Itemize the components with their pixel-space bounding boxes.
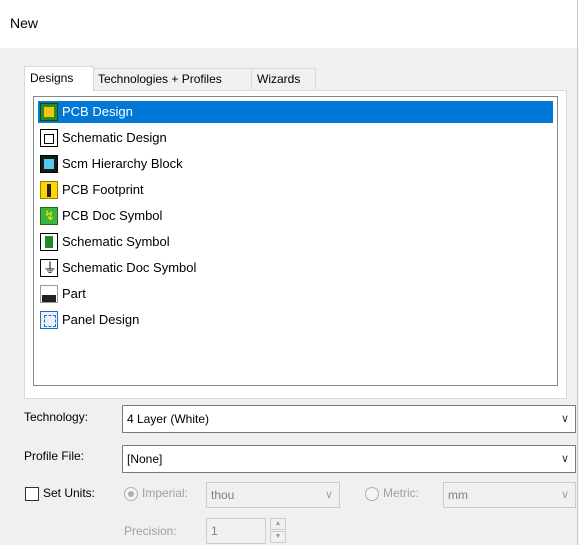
list-item-label: Schematic Design [62,130,167,145]
precision-label: Precision: [124,524,177,538]
list-item-schematic-symbol[interactable]: Schematic Symbol [38,231,170,253]
list-item-label: Part [62,286,86,301]
pcb-doc-symbol-icon [40,205,58,227]
tab-wizards-label: Wizards [257,72,301,86]
list-item-schematic-doc-symbol[interactable]: Schematic Doc Symbol [38,257,196,279]
technology-value: 4 Layer (White) [127,412,210,426]
list-item-label: Schematic Symbol [62,234,170,249]
imperial-radio[interactable] [124,487,138,501]
metric-radio[interactable] [365,487,379,501]
chevron-down-icon: ∨ [560,413,569,425]
schematic-symbol-icon [40,233,58,251]
precision-down-button[interactable]: ▼ [270,531,286,543]
set-units-label: Set Units: [43,486,96,500]
imperial-units-value: thou [211,488,235,502]
list-item-label: PCB Footprint [62,182,144,197]
schematic-design-icon [40,129,58,147]
list-item-schematic-design[interactable]: Schematic Design [38,127,167,149]
list-item-pcb-doc-symbol[interactable]: PCB Doc Symbol [38,205,162,227]
list-item-label: PCB Doc Symbol [62,208,163,223]
list-item-label: Panel Design [62,312,140,327]
pcb-design-icon [40,103,58,121]
list-item-label: PCB Design [62,104,133,119]
list-item-part[interactable]: Part [38,283,86,305]
dialog-title: New [10,15,39,31]
design-type-list[interactable]: PCB Design Schematic Design Scm Hierarch… [33,96,558,386]
precision-input[interactable]: 1 [206,518,266,544]
tab-wizards[interactable]: Wizards [251,68,316,89]
list-item-panel-design[interactable]: Panel Design [38,309,139,331]
dialog-title-bar: New [0,0,579,48]
profile-file-select[interactable]: [None] ∨ [122,445,576,473]
profile-file-label: Profile File: [24,449,85,463]
panel-design-icon [40,311,58,329]
imperial-units-select[interactable]: thou ∨ [206,482,340,508]
set-units-checkbox[interactable] [25,487,39,501]
technology-select[interactable]: 4 Layer (White) ∨ [122,405,576,433]
list-item-pcb-design[interactable]: PCB Design [38,101,553,123]
hierarchy-block-icon [40,155,58,173]
metric-units-value: mm [448,488,468,502]
chevron-down-icon: ∨ [324,489,333,501]
tab-designs-label: Designs [30,71,74,85]
metric-label: Metric: [383,486,419,500]
tab-technologies-profiles[interactable]: Technologies + Profiles [92,68,252,89]
precision-value: 1 [211,524,218,538]
chevron-down-icon: ∨ [560,453,569,465]
tab-designs[interactable]: Designs [24,66,94,91]
imperial-label: Imperial: [142,486,189,500]
part-icon [40,285,58,303]
metric-units-select[interactable]: mm ∨ [443,482,576,508]
technology-label: Technology: [24,410,89,424]
schematic-doc-symbol-icon [40,257,58,279]
list-item-pcb-footprint[interactable]: PCB Footprint [38,179,144,201]
tab-technologies-label: Technologies + Profiles [98,72,222,86]
list-item-scm-hierarchy-block[interactable]: Scm Hierarchy Block [38,153,183,175]
pcb-footprint-icon [40,181,58,199]
chevron-down-icon: ∨ [560,489,569,501]
list-item-label: Schematic Doc Symbol [62,260,197,275]
precision-up-button[interactable]: ▲ [270,518,286,530]
profile-file-value: [None] [127,452,163,466]
list-item-label: Scm Hierarchy Block [62,156,183,171]
window-border [577,0,578,545]
